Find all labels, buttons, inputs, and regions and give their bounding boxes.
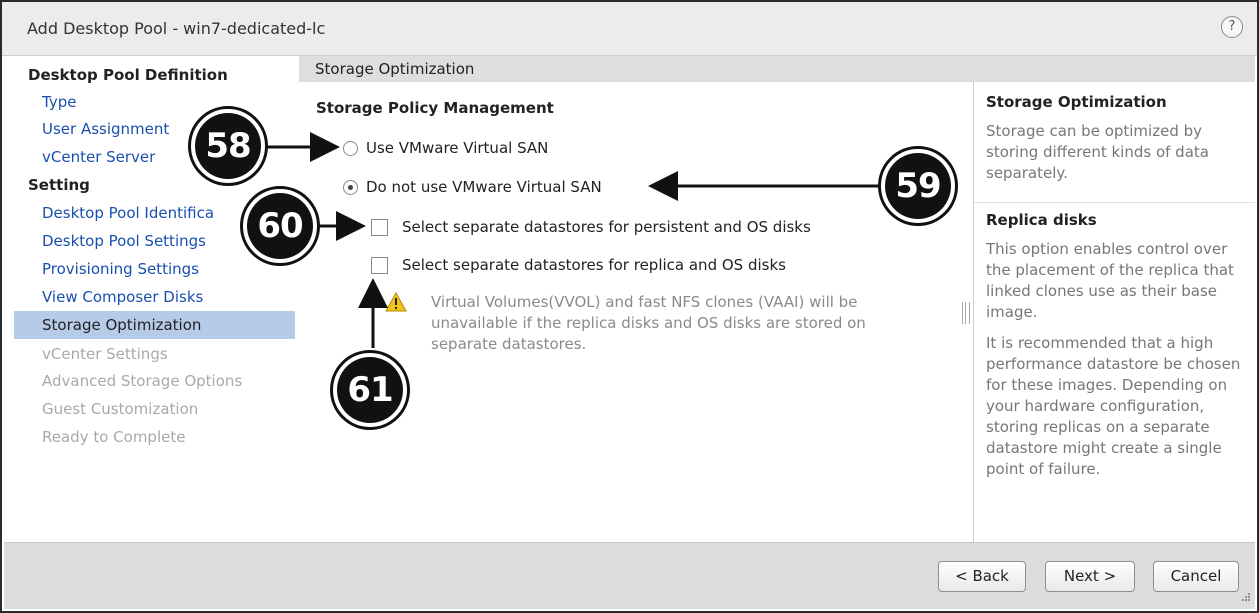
callout-label: 59 bbox=[885, 153, 951, 219]
annotation-arrows bbox=[266, 132, 880, 348]
callout-58: 58 bbox=[188, 106, 268, 186]
callout-label: 58 bbox=[195, 113, 261, 179]
callout-label: 61 bbox=[337, 357, 403, 423]
callout-60: 60 bbox=[240, 186, 320, 266]
callout-label: 60 bbox=[247, 193, 313, 259]
callout-61: 61 bbox=[330, 350, 410, 430]
callout-59: 59 bbox=[878, 146, 958, 226]
